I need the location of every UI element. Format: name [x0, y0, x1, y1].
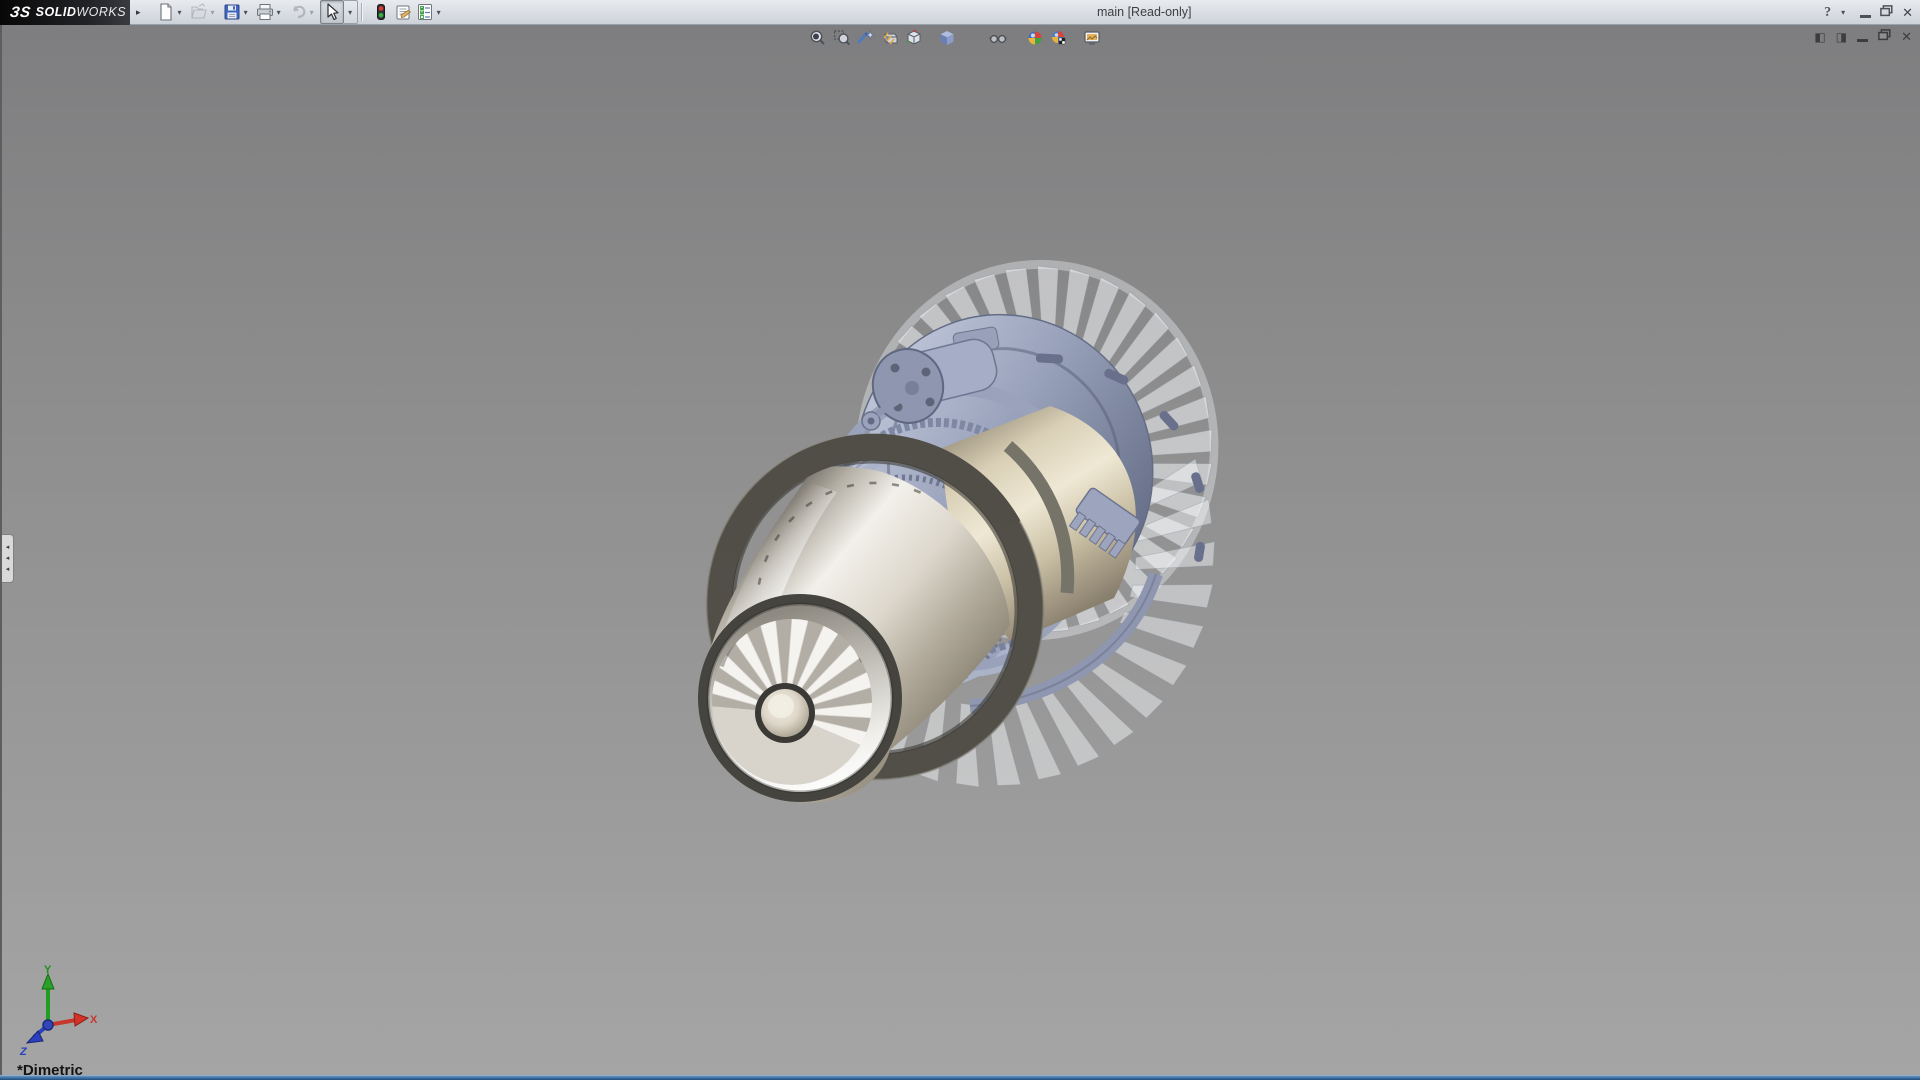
view-settings-button[interactable]	[1082, 28, 1101, 47]
edit-appearance-icon	[1026, 29, 1044, 47]
previous-view-button[interactable]	[856, 28, 875, 47]
triad-x-label: X	[90, 1014, 98, 1026]
display-style-button[interactable]	[937, 28, 956, 47]
taskbar-edge	[0, 1075, 1920, 1080]
zoom-to-fit-button[interactable]	[808, 28, 827, 47]
section-view-button[interactable]	[880, 28, 899, 47]
zoom-to-fit-icon	[809, 29, 827, 47]
edit-appearance-button[interactable]	[1025, 28, 1044, 47]
section-view-icon	[881, 29, 899, 47]
view-orientation-icon	[905, 29, 923, 47]
graphics-viewport[interactable]: ◧ ◨ ✕ ◂ ◂ ◂ Y X Z *Dimetric	[0, 25, 1920, 1075]
flyout-arrow-icon: ◂	[6, 542, 10, 553]
eyeglasses-icon	[989, 29, 1007, 47]
doc-minimize-button[interactable]	[1857, 39, 1868, 42]
feature-tree-flyout-tab[interactable]: ◂ ◂ ◂	[2, 534, 14, 583]
heads-up-view-toolbar	[808, 28, 1106, 47]
view-orientation-button[interactable]	[904, 28, 923, 47]
3d-model-jet-engine[interactable]	[2, 0, 1920, 1080]
reference-triad: Y X Z	[10, 963, 100, 1063]
solidworks-window: { "titlebar": { "brand": { "glyph": "ЗS"…	[0, 0, 1920, 1080]
triad-z-label: Z	[19, 1046, 28, 1058]
collapse-pane-right-button[interactable]: ◨	[1836, 30, 1847, 44]
triad-y-label: Y	[44, 964, 52, 976]
zoom-to-area-button[interactable]	[832, 28, 851, 47]
doc-restore-icon	[1878, 29, 1891, 41]
apply-scene-button[interactable]	[1049, 28, 1068, 47]
flyout-arrow-icon: ◂	[6, 564, 10, 575]
doc-close-button[interactable]: ✕	[1901, 29, 1912, 45]
display-style-icon	[938, 29, 956, 47]
hide-show-items-button[interactable]	[988, 28, 1007, 47]
flyout-arrow-icon: ◂	[6, 553, 10, 564]
document-window-controls: ◧ ◨ ✕	[1814, 28, 1912, 46]
view-settings-icon	[1083, 29, 1101, 47]
doc-restore-button[interactable]	[1878, 28, 1891, 46]
apply-scene-icon	[1050, 29, 1068, 47]
zoom-to-area-icon	[833, 29, 851, 47]
collapse-pane-left-button[interactable]: ◧	[1814, 30, 1825, 44]
previous-view-icon	[857, 29, 875, 47]
